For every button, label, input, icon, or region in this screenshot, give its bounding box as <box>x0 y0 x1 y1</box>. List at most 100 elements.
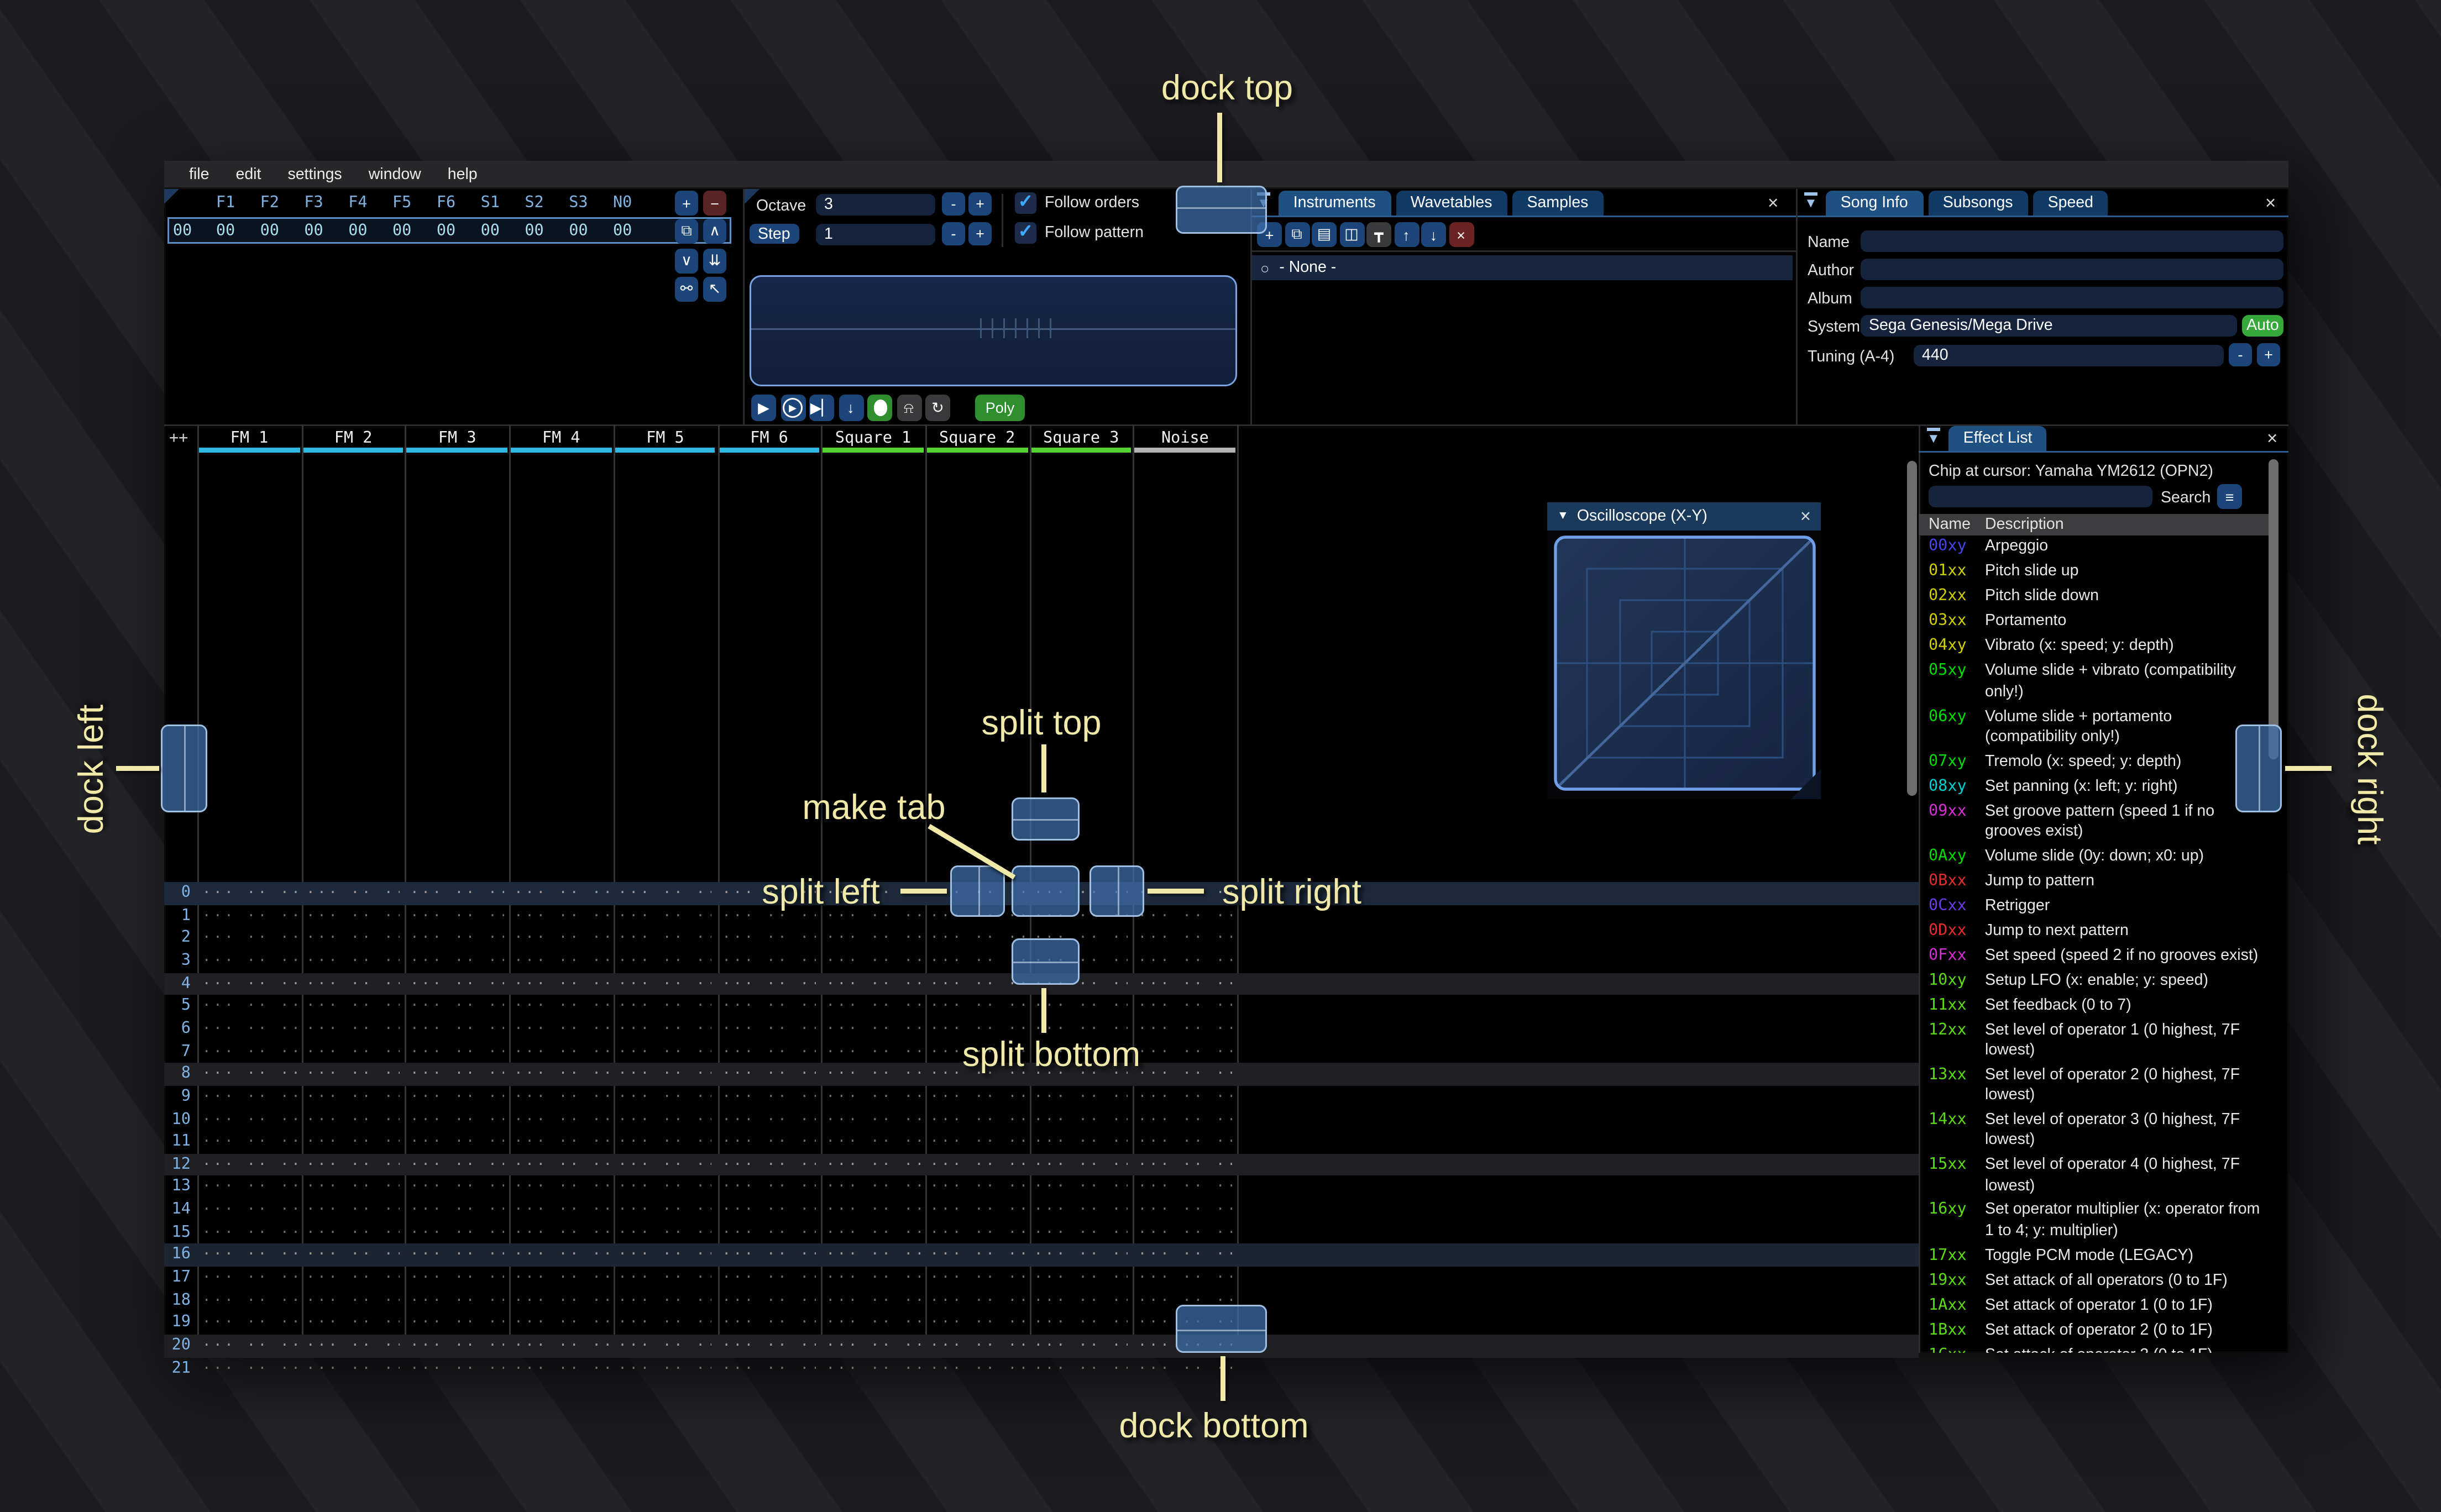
tuning-input[interactable]: 440 <box>1914 345 2224 366</box>
pattern-cell[interactable]: ··· ·· ·· ·· ·· <box>826 1361 920 1377</box>
menu-file[interactable]: file <box>177 165 221 183</box>
channel-header-fm-3[interactable]: FM 3 <box>405 429 509 448</box>
channel-header-square-2[interactable]: Square 2 <box>925 429 1029 448</box>
order-column-S1[interactable]: S1 <box>481 194 500 212</box>
move-instrument-down-button[interactable]: ↓ <box>1421 222 1446 247</box>
pattern-cell[interactable]: ··· ·· ·· ·· ·· <box>202 885 296 902</box>
make-tab-target[interactable] <box>1012 865 1080 917</box>
pattern-cell[interactable]: ··· ·· ·· ·· ·· <box>618 1044 712 1060</box>
pattern-cell[interactable]: ··· ·· ·· ·· ·· <box>1138 1089 1232 1106</box>
duplicate-order-button[interactable]: ⧉ <box>675 219 698 244</box>
pattern-cell[interactable]: ··· ·· ·· ·· ·· <box>826 1089 920 1106</box>
channel-header-fm-2[interactable]: FM 2 <box>301 429 405 448</box>
pattern-cell[interactable]: ··· ·· ·· ·· ·· <box>306 1247 400 1264</box>
pattern-cell[interactable]: ··· ·· ·· ·· ·· <box>826 1202 920 1219</box>
pattern-cell[interactable]: ··· ·· ·· ·· ·· <box>306 1315 400 1332</box>
channel-header-square-3[interactable]: Square 3 <box>1029 429 1133 448</box>
piano-preview[interactable] <box>750 275 1237 386</box>
pattern-cell[interactable]: ··· ·· ·· ·· ·· <box>514 1293 608 1309</box>
menu-edit[interactable]: edit <box>224 165 273 183</box>
split-top-target[interactable] <box>1012 797 1080 841</box>
album-input[interactable] <box>1861 287 2283 308</box>
pattern-row[interactable]: 16 ··· ·· · · ·· ·· · ·· · · · · ·· · · · · · ·· ·… <box>164 1244 1919 1267</box>
pattern-row[interactable]: 12 ··· ·· · · ·· ·· · ·· · · · · ·· · · · · · ·· ·… <box>164 1153 1919 1177</box>
pattern-cell[interactable]: ··· ·· ·· ·· ·· <box>202 1021 296 1038</box>
pattern-cell[interactable]: ··· ·· ·· ·· ·· <box>930 1157 1024 1173</box>
pattern-cell[interactable]: ··· ·· ·· ·· ·· <box>722 1089 816 1106</box>
pattern-cell[interactable]: ··· ·· ·· ·· ·· <box>1138 1044 1232 1060</box>
follow-pattern-checkbox[interactable]: ✓ <box>1015 222 1036 244</box>
pattern-cell[interactable]: ··· ·· ·· ·· ·· <box>1138 908 1232 925</box>
menu-settings[interactable]: settings <box>276 165 353 183</box>
pattern-cell[interactable]: ··· ·· ·· ·· ·· <box>826 931 920 947</box>
pattern-cell[interactable]: ··· ·· ·· ·· ·· <box>618 1134 712 1151</box>
play-pattern-button[interactable]: ▶ <box>780 395 805 421</box>
pattern-cell[interactable]: ··· ·· ·· ·· ·· <box>930 1225 1024 1241</box>
effect-row-09xx[interactable]: 09xx Set groove pattern (speed 1 if no gr… <box>1919 800 2275 845</box>
order-cell[interactable]: 00 <box>569 222 588 240</box>
duplicate-instrument-button[interactable]: ⧉ <box>1284 222 1309 247</box>
song-info-close-icon[interactable]: × <box>2265 194 2276 214</box>
pattern-cell[interactable]: ··· ·· ·· ·· ·· <box>1138 931 1232 947</box>
pattern-cell[interactable]: ··· ·· ·· ·· ·· <box>722 976 816 993</box>
octave-plus-button[interactable]: + <box>968 192 992 216</box>
effect-row-17xx[interactable]: 17xx Toggle PCM mode (LEGACY) <box>1919 1244 2275 1269</box>
pattern-row[interactable]: 10 ··· ·· · · ·· ·· · ·· · · · · ·· · · · · · ·· ·… <box>164 1109 1919 1131</box>
duplicate-order-end-button[interactable]: ⇊ <box>703 248 726 273</box>
oscilloscope-close-icon[interactable]: × <box>1800 507 1811 527</box>
pattern-cell[interactable]: ··· ·· ·· ·· ·· <box>410 1021 504 1038</box>
save-instrument-button[interactable]: ◫ <box>1339 222 1364 247</box>
pattern-cell[interactable]: ··· ·· ·· ·· ·· <box>1138 953 1232 970</box>
pattern-cell[interactable]: ··· ·· ·· ·· ·· <box>202 1134 296 1151</box>
pattern-cell[interactable]: ··· ·· ·· ·· ·· <box>306 1179 400 1196</box>
move-instrument-up-button[interactable]: ↑ <box>1394 222 1419 247</box>
pattern-cell[interactable]: ··· ·· ·· ·· ·· <box>306 1361 400 1377</box>
pattern-cell[interactable]: ··· ·· ·· ·· ·· <box>722 1044 816 1060</box>
pattern-cell[interactable]: ··· ·· ·· ·· ·· <box>722 1315 816 1332</box>
pattern-cell[interactable]: ··· ·· ·· ·· ·· <box>514 1044 608 1060</box>
collapse-icon[interactable]: ▼ <box>1557 511 1569 522</box>
pattern-cell[interactable]: ··· ·· ·· ·· ·· <box>514 1338 608 1355</box>
pattern-cell[interactable]: ··· ·· ·· ·· ·· <box>202 1225 296 1241</box>
pattern-cell[interactable]: ··· ·· ·· ·· ·· <box>306 908 400 925</box>
effect-row-12xx[interactable]: 12xx Set level of operator 1 (0 highest, … <box>1919 1019 2275 1064</box>
instruments-tab-instruments[interactable]: Instruments <box>1278 190 1391 216</box>
order-column-F4[interactable]: F4 <box>348 194 367 212</box>
pattern-cell[interactable]: ··· ·· ·· ·· ·· <box>618 999 712 1015</box>
pattern-cell[interactable]: ··· ·· ·· ·· ·· <box>1138 1157 1232 1173</box>
channel-header-fm-5[interactable]: FM 5 <box>613 429 717 448</box>
pattern-cell[interactable]: ··· ·· ·· ·· ·· <box>826 1293 920 1309</box>
pattern-cell[interactable]: ··· ·· ·· ·· ·· <box>930 1202 1024 1219</box>
effect-row-1Bxx[interactable]: 1Bxx Set attack of operator 2 (0 to 1F) <box>1919 1319 2275 1343</box>
dock-right-target[interactable] <box>2235 725 2282 812</box>
pattern-cell[interactable]: ··· ·· ·· ·· ·· <box>1138 1225 1232 1241</box>
effect-row-0Dxx[interactable]: 0Dxx Jump to next pattern <box>1919 919 2275 944</box>
pattern-cell[interactable]: ··· ·· ·· ·· ·· <box>1138 1361 1232 1377</box>
remove-order-button[interactable]: − <box>703 191 726 216</box>
pattern-row[interactable]: 19 ··· ·· · · ·· ·· · ·· · · · · ·· · · · · · ·· ·… <box>164 1312 1919 1335</box>
pattern-cell[interactable]: ··· ·· ·· ·· ·· <box>202 1315 296 1332</box>
pattern-scrollbar[interactable] <box>1907 461 1917 796</box>
effect-row-06xy[interactable]: 06xy Volume slide + portamento (compatibi… <box>1919 705 2275 750</box>
pattern-cell[interactable]: ··· ·· ·· ·· ·· <box>618 1247 712 1264</box>
effect-row-02xx[interactable]: 02xx Pitch slide down <box>1919 585 2275 610</box>
pattern-cell[interactable]: ··· ·· ·· ·· ·· <box>722 1338 816 1355</box>
effect-row-19xx[interactable]: 19xx Set attack of all operators (0 to 1F… <box>1919 1269 2275 1294</box>
pattern-cell[interactable]: ··· ·· ·· ·· ·· <box>1138 1202 1232 1219</box>
pattern-cell[interactable]: ··· ·· ·· ·· ·· <box>826 1247 920 1264</box>
pattern-cell[interactable]: ··· ·· ·· ·· ·· <box>202 1293 296 1309</box>
pattern-cell[interactable]: ··· ·· ·· ·· ·· <box>618 885 712 902</box>
effect-row-16xy[interactable]: 16xy Set operator multiplier (x: operator… <box>1919 1199 2275 1244</box>
pattern-cell[interactable]: ··· ·· ·· ·· ·· <box>1034 1338 1128 1355</box>
pattern-cell[interactable]: ··· ·· ·· ·· ·· <box>306 1021 400 1038</box>
pattern-row[interactable]: 14 ··· ·· · · ·· ·· · ·· · · · · ·· · · · · · ·· ·… <box>164 1199 1919 1221</box>
pattern-cell[interactable]: ··· ·· ·· ·· ·· <box>1138 999 1232 1015</box>
pattern-cell[interactable]: ··· ·· ·· ·· ·· <box>722 1134 816 1151</box>
pattern-cell[interactable]: ··· ·· ·· ·· ·· <box>306 953 400 970</box>
effect-table-header[interactable]: Name Description <box>1919 514 2269 535</box>
pattern-cell[interactable]: ··· ·· ·· ·· ·· <box>306 1044 400 1060</box>
pattern-row[interactable]: 20 ··· ·· · · ·· ·· · ·· · · · · ·· · · · · · ·· ·… <box>164 1335 1919 1357</box>
pattern-cell[interactable]: ··· ·· ·· ·· ·· <box>722 953 816 970</box>
step-plus-button[interactable]: + <box>968 222 992 245</box>
pattern-cell[interactable]: ··· ·· ·· ·· ·· <box>306 1293 400 1309</box>
